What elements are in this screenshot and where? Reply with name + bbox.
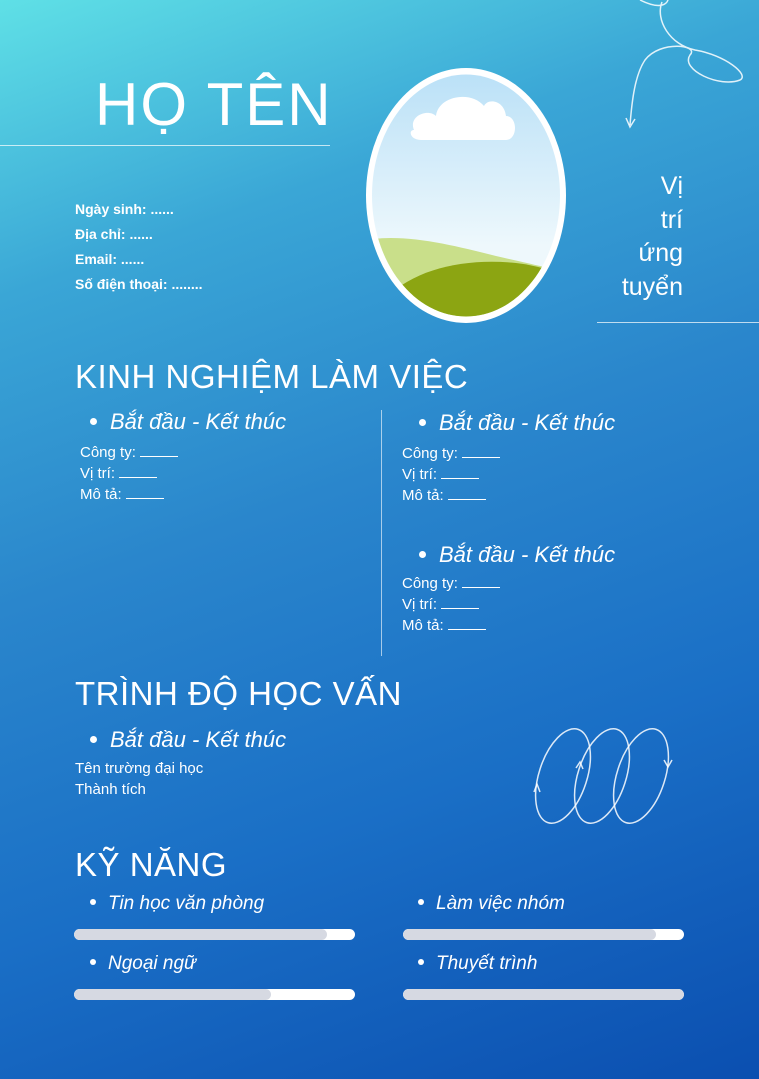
info-address: Địa chỉ: ...... [75, 226, 153, 242]
bullet-icon [419, 550, 426, 558]
bullet-icon [418, 958, 424, 965]
personal-info: Ngày sinh: ...... Địa chỉ: ...... Email:… [75, 197, 203, 297]
experience-role: Vị trí: [402, 594, 615, 615]
experience-column-divider [381, 410, 382, 656]
info-phone: Số điện thoại: ........ [75, 276, 203, 292]
skills-heading: KỸ NĂNG [75, 846, 228, 883]
cv-page: HỌ TÊN Ngày sinh: ...... Địa chỉ: ......… [0, 0, 759, 1079]
skill-level-fill [74, 989, 271, 1000]
education-achievement: Thành tích [75, 781, 146, 798]
bullet-icon [90, 735, 97, 743]
experience-company: Công ty: [402, 443, 615, 464]
experience-period: Bắt đầu - Kết thúc [90, 408, 286, 436]
skill-level-fill [403, 989, 684, 1000]
bullet-icon [90, 417, 97, 425]
position-word: Vị [660, 172, 683, 200]
experience-description: Mô tả: [402, 615, 615, 636]
position-word: ứng [638, 239, 683, 267]
education-entry: Bắt đầu - Kết thúc Tên trường đại học Th… [75, 726, 286, 800]
skill-name: Thuyết trình [418, 952, 537, 976]
loop-arrows-decoration [533, 728, 673, 824]
swirl-arrow-decoration [625, 0, 743, 129]
name-divider [0, 145, 330, 146]
profile-photo-placeholder [366, 68, 566, 323]
skill-item: Tin học văn phòng [90, 892, 264, 916]
position-word: tuyển [621, 272, 683, 301]
skill-name: Tin học văn phòng [90, 892, 264, 916]
experience-role: Vị trí: [402, 464, 615, 485]
experience-heading: KINH NGHIỆM LÀM VIỆC [75, 358, 469, 395]
skill-level-bar [74, 989, 355, 1000]
skill-item: Thuyết trình [418, 952, 537, 976]
experience-entry: Bắt đầu - Kết thúc Công ty: Vị trí: Mô t… [402, 409, 615, 506]
experience-entry: Bắt đầu - Kết thúc Công ty: Vị trí: Mô t… [402, 541, 615, 636]
education-heading: TRÌNH ĐỘ HỌC VẤN [75, 675, 403, 712]
skill-level-bar [403, 929, 684, 940]
experience-period: Bắt đầu - Kết thúc [419, 541, 615, 569]
experience-company: Công ty: [402, 573, 615, 594]
skill-level-bar [74, 929, 355, 940]
education-school: Tên trường đại học [75, 760, 204, 777]
full-name: HỌ TÊN [95, 71, 333, 138]
education-period: Bắt đầu - Kết thúc [90, 726, 286, 754]
skill-level-fill [74, 929, 327, 940]
skill-level-bar [403, 989, 684, 1000]
skill-name: Làm việc nhóm [418, 892, 565, 916]
position-word: trí [660, 205, 683, 234]
skill-item: Ngoại ngữ [90, 952, 196, 976]
position-divider [597, 322, 759, 323]
experience-entry: Bắt đầu - Kết thúc Công ty: Vị trí: Mô t… [80, 408, 286, 505]
applied-position: Vị trí ứng tuyển [560, 170, 683, 304]
skill-item: Làm việc nhóm [418, 892, 565, 916]
bullet-icon [418, 898, 424, 905]
experience-role: Vị trí: [80, 463, 286, 484]
skill-level-fill [403, 929, 656, 940]
experience-description: Mô tả: [80, 484, 286, 505]
info-birthdate: Ngày sinh: ...... [75, 201, 174, 217]
experience-description: Mô tả: [402, 485, 615, 506]
experience-period: Bắt đầu - Kết thúc [419, 409, 615, 437]
skill-name: Ngoại ngữ [90, 952, 196, 976]
info-email: Email: ...... [75, 251, 145, 267]
bullet-icon [90, 898, 96, 905]
bullet-icon [419, 418, 426, 426]
bullet-icon [90, 958, 96, 965]
experience-company: Công ty: [80, 442, 286, 463]
